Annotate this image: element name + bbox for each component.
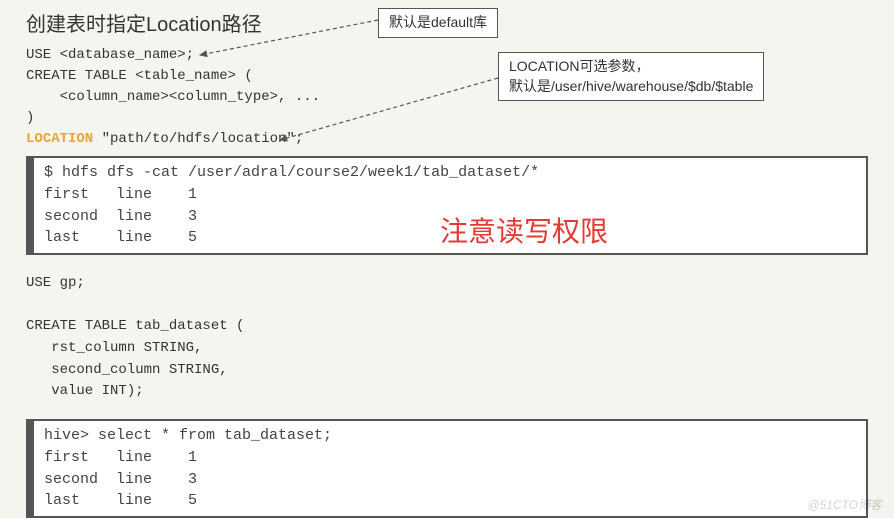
sql-use-create-code: USE gp; CREATE TABLE tab_dataset ( rst_c… [0,261,894,413]
warning-read-write: 注意读写权限 [440,210,608,250]
code-l2: CREATE TABLE <table_name> ( [26,68,253,84]
annotation-default-db: 默认是default库 [378,8,498,38]
code-l5-rest: "path/to/hdfs/location"; [93,131,303,147]
hive-select-output: hive> select * from tab_dataset; first l… [26,419,868,518]
anno2-line2: 默认是/user/hive/warehouse/$db/$table [509,78,753,94]
code-l4: ) [26,110,34,126]
location-keyword: LOCATION [26,131,93,147]
code-l3: <column_name><column_type>, ... [26,89,320,105]
watermark: @51CTO博客 [807,496,882,513]
code-l1: USE <database_name>; [26,47,194,63]
anno2-line1: LOCATION可选参数， [509,58,650,74]
annotation-location-param: LOCATION可选参数， 默认是/user/hive/warehouse/$d… [498,52,764,101]
